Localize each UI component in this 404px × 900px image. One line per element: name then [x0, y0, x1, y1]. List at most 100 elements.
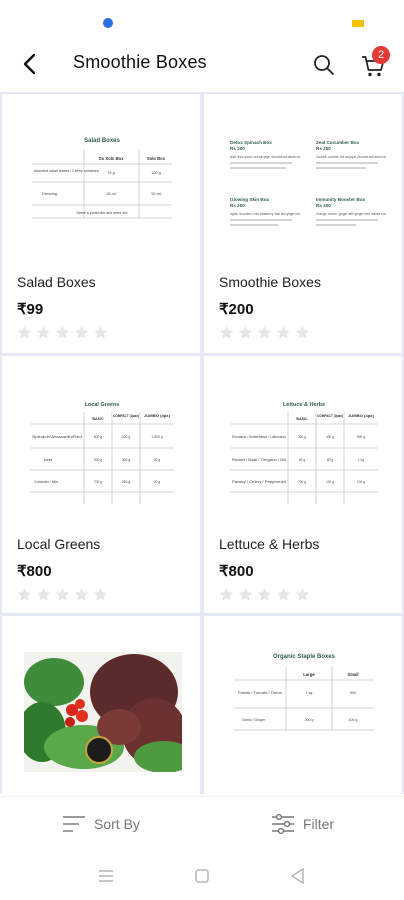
thumb-col-header: BASIC: [92, 417, 104, 421]
star-icon: [276, 587, 291, 601]
star-icon: [238, 325, 253, 339]
thumb-cell: Potato / Tomato / Onion: [238, 691, 282, 695]
sort-filter-bar: Sort By Filter: [0, 796, 404, 851]
thumb-cell: 100 g: [326, 480, 334, 484]
star-icon: [257, 587, 272, 601]
star-icon: [55, 587, 70, 601]
thumb-cell: 100 g: [349, 718, 358, 722]
thumb-cell: Assorted salad leaves / Cherry tomatoes: [34, 169, 99, 173]
menu-icon[interactable]: [97, 868, 115, 884]
thumb-cell: Coriander / Mint: [34, 480, 58, 484]
thumb-footer: Same a protective and seed mix: [76, 211, 128, 215]
thumb-box-price: Rs 200: [316, 146, 331, 151]
star-icon: [295, 325, 310, 339]
app-header: Smoothie Boxes 2: [0, 40, 404, 90]
thumb-cell: 700 g: [94, 480, 103, 484]
thumb-cell: 1,500 g: [151, 435, 162, 439]
thumb-cell: 400 g: [326, 435, 334, 439]
product-name[interactable]: Lettuce & Herbs: [219, 536, 319, 552]
star-icon: [74, 587, 89, 601]
status-bar: [0, 0, 404, 40]
thumb-cell: 75 g: [107, 171, 114, 175]
cart-count-badge: 2: [372, 46, 390, 64]
product-card[interactable]: Local Greens BASIC COMPACT (2pax) JUMBO …: [2, 356, 200, 613]
star-icon: [276, 325, 291, 339]
back-triangle-icon[interactable]: [289, 867, 307, 885]
star-icon: [74, 325, 89, 339]
product-card[interactable]: Lettuce & Herbs BASIC COMPACT (2pax) JUM…: [204, 356, 402, 613]
thumb-heading: Lettuce & Herbs: [283, 402, 325, 408]
product-thumbnail: Local Greens BASIC COMPACT (2pax) JUMBO …: [30, 402, 174, 504]
thumb-cell: Rocket / Basil / Oregano / Dill: [232, 458, 286, 462]
star-icon: [257, 325, 272, 339]
thumb-cell: Dressing: [42, 192, 57, 196]
product-name[interactable]: Smoothie Boxes: [219, 274, 321, 290]
thumb-cell: Romaine / Butterhead / Lollorosso: [232, 435, 286, 439]
system-nav-bar: [0, 850, 404, 900]
thumb-cell: Garlic / Ginger: [242, 718, 266, 722]
thumb-cell: 200 g: [305, 718, 314, 722]
thumb-heading: Organic Staple Boxes: [273, 654, 336, 660]
product-thumbnail: Lettuce & Herbs BASIC COMPACT (2pax) JUM…: [230, 402, 378, 504]
thumb-cell: 25 ml: [106, 192, 115, 196]
product-price: ₹800: [17, 563, 52, 580]
product-card[interactable]: Salad Boxes Go Solo Box Solo Box Assorte…: [2, 94, 200, 353]
thumb-box-desc: Orange, lemon, ginger with ginger mint l…: [316, 212, 386, 216]
product-card[interactable]: [2, 616, 200, 794]
product-price: ₹99: [17, 301, 44, 318]
thumb-cell: 700 g: [298, 480, 306, 484]
thumb-col-header: Go Solo Box: [98, 156, 124, 161]
filter-icon[interactable]: [270, 811, 296, 837]
thumb-box-price: Rs 200: [230, 203, 245, 208]
thumb-cell: 00 g: [154, 458, 161, 462]
product-price: ₹200: [219, 301, 254, 318]
product-card[interactable]: Detox Spinach Box Rs 200 Zeal Cucumber B…: [204, 94, 402, 353]
product-card[interactable]: Organic Staple Boxes Large Small Potato …: [204, 616, 402, 794]
home-square-icon[interactable]: [194, 868, 210, 884]
thumb-col-header: BASIC: [296, 417, 308, 421]
product-price: ₹800: [219, 563, 254, 580]
thumb-box-price: Rs 200: [230, 146, 245, 151]
back-arrow-icon[interactable]: [18, 52, 42, 76]
filter-button[interactable]: Filter: [303, 816, 334, 832]
product-grid: Salad Boxes Go Solo Box Solo Box Assorte…: [0, 92, 404, 794]
thumb-cell: 400 g: [122, 435, 131, 439]
thumb-col-header: Small: [347, 672, 358, 677]
thumb-col-header: COMPACT (2pax): [317, 414, 344, 418]
thumb-col-header: Large: [303, 672, 315, 677]
thumb-cell: 300 g: [122, 458, 131, 462]
rating-stars: [17, 587, 112, 603]
product-thumbnail: Salad Boxes Go Solo Box Solo Box Assorte…: [32, 138, 172, 219]
star-icon: [36, 587, 51, 601]
star-icon: [17, 587, 32, 601]
thumb-cell: 1 kg: [306, 691, 313, 695]
star-icon: [36, 325, 51, 339]
thumb-heading: Local Greens: [85, 402, 120, 408]
product-name[interactable]: Salad Boxes: [17, 274, 96, 290]
star-icon: [17, 325, 32, 339]
rating-stars: [17, 325, 112, 341]
thumb-col-header: JUMBO (4px): [348, 414, 375, 418]
thumb-cell: 80 g: [327, 458, 333, 462]
thumb-box-title: Glowing Skin Box: [230, 197, 269, 202]
thumb-cell: 1 kg: [358, 458, 364, 462]
thumb-col-header: Solo Box: [147, 156, 166, 161]
search-icon[interactable]: [312, 53, 336, 77]
sort-by-button[interactable]: Sort By: [94, 816, 140, 832]
star-icon: [219, 587, 234, 601]
star-icon: [55, 325, 70, 339]
thumb-cell: 50 g: [299, 458, 305, 462]
thumb-box-desc: Apple, cucumber, mint strawberry, kale a…: [230, 212, 300, 216]
thumb-box-title: Immunity Booster Box: [316, 197, 365, 202]
thumb-cell: Methi: [44, 458, 53, 462]
star-icon: [219, 325, 234, 339]
sort-icon[interactable]: [62, 811, 86, 837]
thumb-cell: 50 ml: [151, 192, 160, 196]
product-thumbnail: Detox Spinach Box Rs 200 Zeal Cucumber B…: [230, 140, 386, 226]
star-icon: [93, 325, 108, 339]
thumb-cell: 100 g: [357, 480, 365, 484]
star-icon: [238, 587, 253, 601]
thumb-box-desc: Cucumber, cucumber, mint and yogurt, chi…: [316, 155, 386, 159]
thumb-box-price: Rs 200: [316, 203, 331, 208]
product-name[interactable]: Local Greens: [17, 536, 100, 552]
